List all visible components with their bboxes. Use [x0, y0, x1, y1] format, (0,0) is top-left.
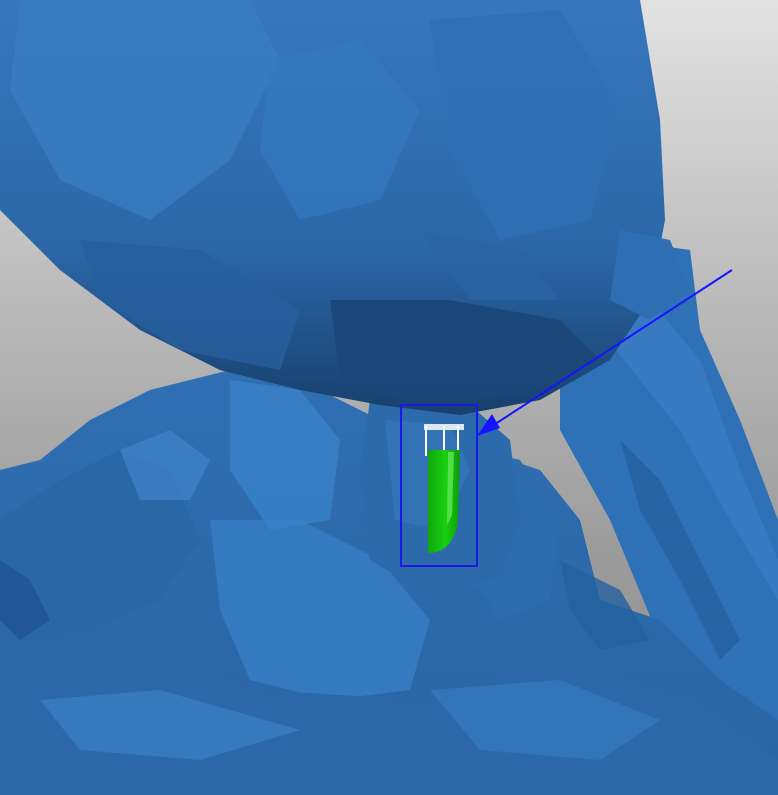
3d-viewport[interactable]: [0, 0, 778, 795]
model-head[interactable]: [0, 0, 690, 415]
model-scene[interactable]: [0, 0, 778, 795]
